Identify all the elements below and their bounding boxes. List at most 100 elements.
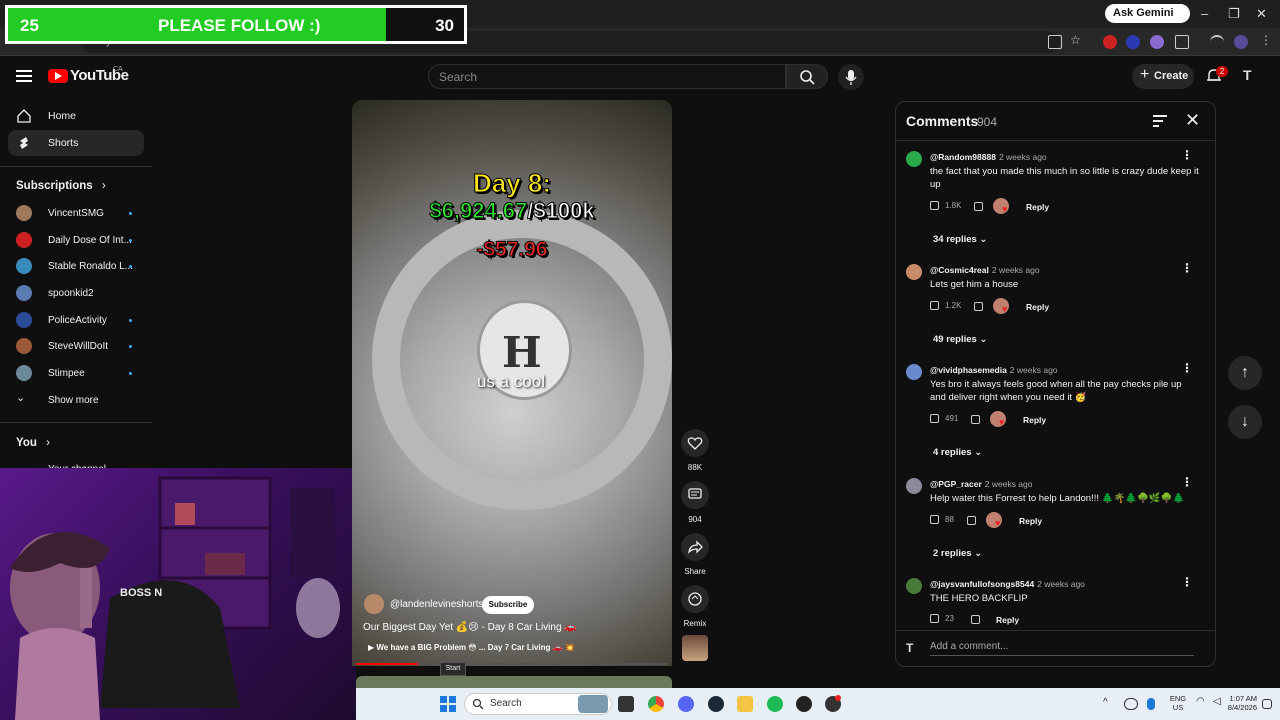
related-video-link[interactable]: ▶ We have a BIG Problem 😳 ... Day 7 Car … bbox=[368, 643, 575, 652]
video-progress-bar[interactable] bbox=[356, 663, 668, 665]
previous-short-button[interactable]: ↑ bbox=[1228, 356, 1262, 390]
create-button[interactable]: Create bbox=[1132, 64, 1194, 89]
reply-button[interactable]: Reply bbox=[1023, 415, 1046, 425]
extension-icon[interactable] bbox=[1103, 35, 1117, 49]
next-short-button[interactable]: ↓ bbox=[1228, 405, 1262, 439]
windows-start-icon[interactable] bbox=[440, 696, 456, 712]
thumbs-down-icon[interactable] bbox=[967, 516, 976, 525]
shorts-video-player[interactable]: H Day 8: $6,924.67/$100k -$57.96 us a co… bbox=[352, 100, 672, 666]
search-button[interactable] bbox=[786, 64, 828, 89]
share-button[interactable] bbox=[681, 533, 709, 561]
search-input[interactable]: Search bbox=[428, 64, 786, 89]
reading-list-icon[interactable] bbox=[1210, 35, 1224, 49]
comment-author[interactable]: @vividphasemedia 2 weeks ago bbox=[930, 365, 1058, 375]
account-avatar[interactable]: T bbox=[1243, 67, 1263, 87]
subscribe-button[interactable]: Subscribe bbox=[482, 596, 534, 614]
more-options-icon[interactable]: ⋮ bbox=[1181, 361, 1193, 375]
file-explorer-icon[interactable] bbox=[737, 696, 753, 712]
ask-gemini-button[interactable]: Ask Gemini bbox=[1105, 4, 1190, 23]
more-options-icon[interactable]: ⋮ bbox=[1181, 475, 1193, 489]
menu-hamburger-icon[interactable] bbox=[16, 70, 32, 82]
like-button[interactable]: 1.8K bbox=[930, 201, 961, 211]
steam-icon[interactable] bbox=[708, 696, 724, 712]
show-more-button[interactable]: ⌄ Show more bbox=[16, 392, 136, 412]
thumbs-down-icon[interactable] bbox=[974, 202, 983, 211]
youtube-logo-icon[interactable] bbox=[48, 69, 68, 83]
bookmark-star-icon[interactable]: ☆ bbox=[1070, 33, 1084, 47]
comments-button[interactable] bbox=[681, 481, 709, 509]
view-replies-button[interactable]: 4 replies ⌄ bbox=[933, 447, 982, 458]
like-button[interactable]: 1.2K bbox=[930, 301, 961, 311]
notifications-icon[interactable] bbox=[1262, 699, 1272, 709]
view-replies-button[interactable]: 49 replies ⌄ bbox=[933, 334, 987, 345]
comment-author[interactable]: @jaysvanfullofsongs8544 2 weeks ago bbox=[930, 579, 1085, 589]
sidebar-item-home[interactable]: Home bbox=[8, 103, 144, 129]
subscription-item[interactable]: SteveWillDoIt bbox=[16, 338, 136, 358]
add-comment-input[interactable]: Add a comment... bbox=[930, 641, 1194, 656]
subscription-item[interactable]: VincentSMG bbox=[16, 205, 136, 225]
more-options-icon[interactable]: ⋮ bbox=[1181, 148, 1193, 162]
install-icon[interactable] bbox=[1048, 35, 1062, 49]
like-button[interactable]: 88 bbox=[930, 515, 954, 525]
reply-button[interactable]: Reply bbox=[1026, 302, 1049, 312]
extension-icon[interactable] bbox=[1150, 35, 1164, 49]
subscription-item[interactable]: Stable Ronaldo L... bbox=[16, 258, 136, 278]
extension-icon[interactable] bbox=[1126, 35, 1140, 49]
spotify-icon[interactable] bbox=[767, 696, 783, 712]
comment-author[interactable]: @Random98888 2 weeks ago bbox=[930, 152, 1047, 162]
reply-button[interactable]: Reply bbox=[996, 615, 1019, 625]
avatar[interactable] bbox=[906, 578, 922, 594]
reply-button[interactable]: Reply bbox=[1026, 202, 1049, 212]
view-replies-button[interactable]: 2 replies ⌄ bbox=[933, 548, 982, 559]
subscriptions-heading[interactable]: Subscriptions › bbox=[16, 180, 106, 192]
chrome-icon[interactable] bbox=[648, 696, 664, 712]
like-button[interactable] bbox=[681, 429, 709, 457]
subscription-item[interactable]: Daily Dose Of Int... bbox=[16, 232, 136, 252]
discord-icon[interactable] bbox=[678, 696, 694, 712]
minimize-icon[interactable]: – bbox=[1201, 6, 1208, 21]
clock[interactable]: 1:07 AM 8/4/2026 bbox=[1227, 694, 1257, 712]
input-language[interactable]: ENG US bbox=[1166, 694, 1190, 712]
sort-icon[interactable] bbox=[1153, 115, 1167, 127]
comment-author[interactable]: @Cosmic4real 2 weeks ago bbox=[930, 265, 1040, 275]
obs-icon[interactable] bbox=[796, 696, 812, 712]
menu-kebab-icon[interactable]: ⋮ bbox=[1260, 33, 1274, 47]
subscription-item[interactable]: spoonkid2 bbox=[16, 285, 136, 305]
maximize-icon[interactable]: ❐ bbox=[1228, 6, 1240, 22]
like-button[interactable]: 23 bbox=[930, 614, 954, 624]
volume-icon[interactable]: ◁ bbox=[1213, 696, 1221, 707]
sidebar-item-shorts[interactable]: Shorts bbox=[8, 130, 144, 156]
thumbs-down-icon[interactable] bbox=[971, 615, 980, 624]
voice-search-button[interactable] bbox=[838, 64, 864, 90]
subscription-item[interactable]: PoliceActivity bbox=[16, 312, 136, 332]
profile-icon[interactable] bbox=[1234, 35, 1248, 49]
avatar[interactable] bbox=[906, 478, 922, 494]
comment-author[interactable]: @PGP_racer 2 weeks ago bbox=[930, 479, 1033, 489]
remix-button[interactable] bbox=[681, 585, 709, 613]
like-button[interactable]: 491 bbox=[930, 414, 958, 424]
reply-button[interactable]: Reply bbox=[1019, 516, 1042, 526]
video-title[interactable]: Our Biggest Day Yet 💰😢 - Day 8 Car Livin… bbox=[363, 622, 577, 633]
extensions-puzzle-icon[interactable] bbox=[1175, 35, 1189, 49]
channel-name[interactable]: @landenlevineshorts bbox=[390, 599, 484, 610]
you-heading[interactable]: You › bbox=[16, 437, 50, 449]
thumbs-down-icon[interactable] bbox=[974, 302, 983, 311]
thumbs-down-icon[interactable] bbox=[971, 415, 980, 424]
more-options-icon[interactable]: ⋮ bbox=[1181, 575, 1193, 589]
subscription-item[interactable]: Stimpee bbox=[16, 365, 136, 385]
search-highlight-icon[interactable] bbox=[578, 695, 608, 713]
close-window-icon[interactable]: ✕ bbox=[1256, 6, 1267, 22]
more-options-icon[interactable]: ⋮ bbox=[1181, 261, 1193, 275]
audio-source-thumbnail[interactable] bbox=[682, 635, 708, 661]
close-icon[interactable]: ✕ bbox=[1185, 110, 1200, 131]
cloud-icon[interactable] bbox=[1124, 698, 1138, 710]
avatar[interactable] bbox=[906, 151, 922, 167]
task-view-icon[interactable] bbox=[618, 696, 634, 712]
channel-avatar[interactable] bbox=[364, 594, 384, 614]
wifi-icon[interactable]: ◠ bbox=[1196, 696, 1205, 707]
view-replies-button[interactable]: 34 replies ⌄ bbox=[933, 234, 987, 245]
avatar[interactable] bbox=[906, 364, 922, 380]
avatar[interactable] bbox=[906, 264, 922, 280]
microphone-icon[interactable] bbox=[1147, 698, 1155, 710]
chevron-up-icon[interactable]: ^ bbox=[1103, 697, 1108, 708]
